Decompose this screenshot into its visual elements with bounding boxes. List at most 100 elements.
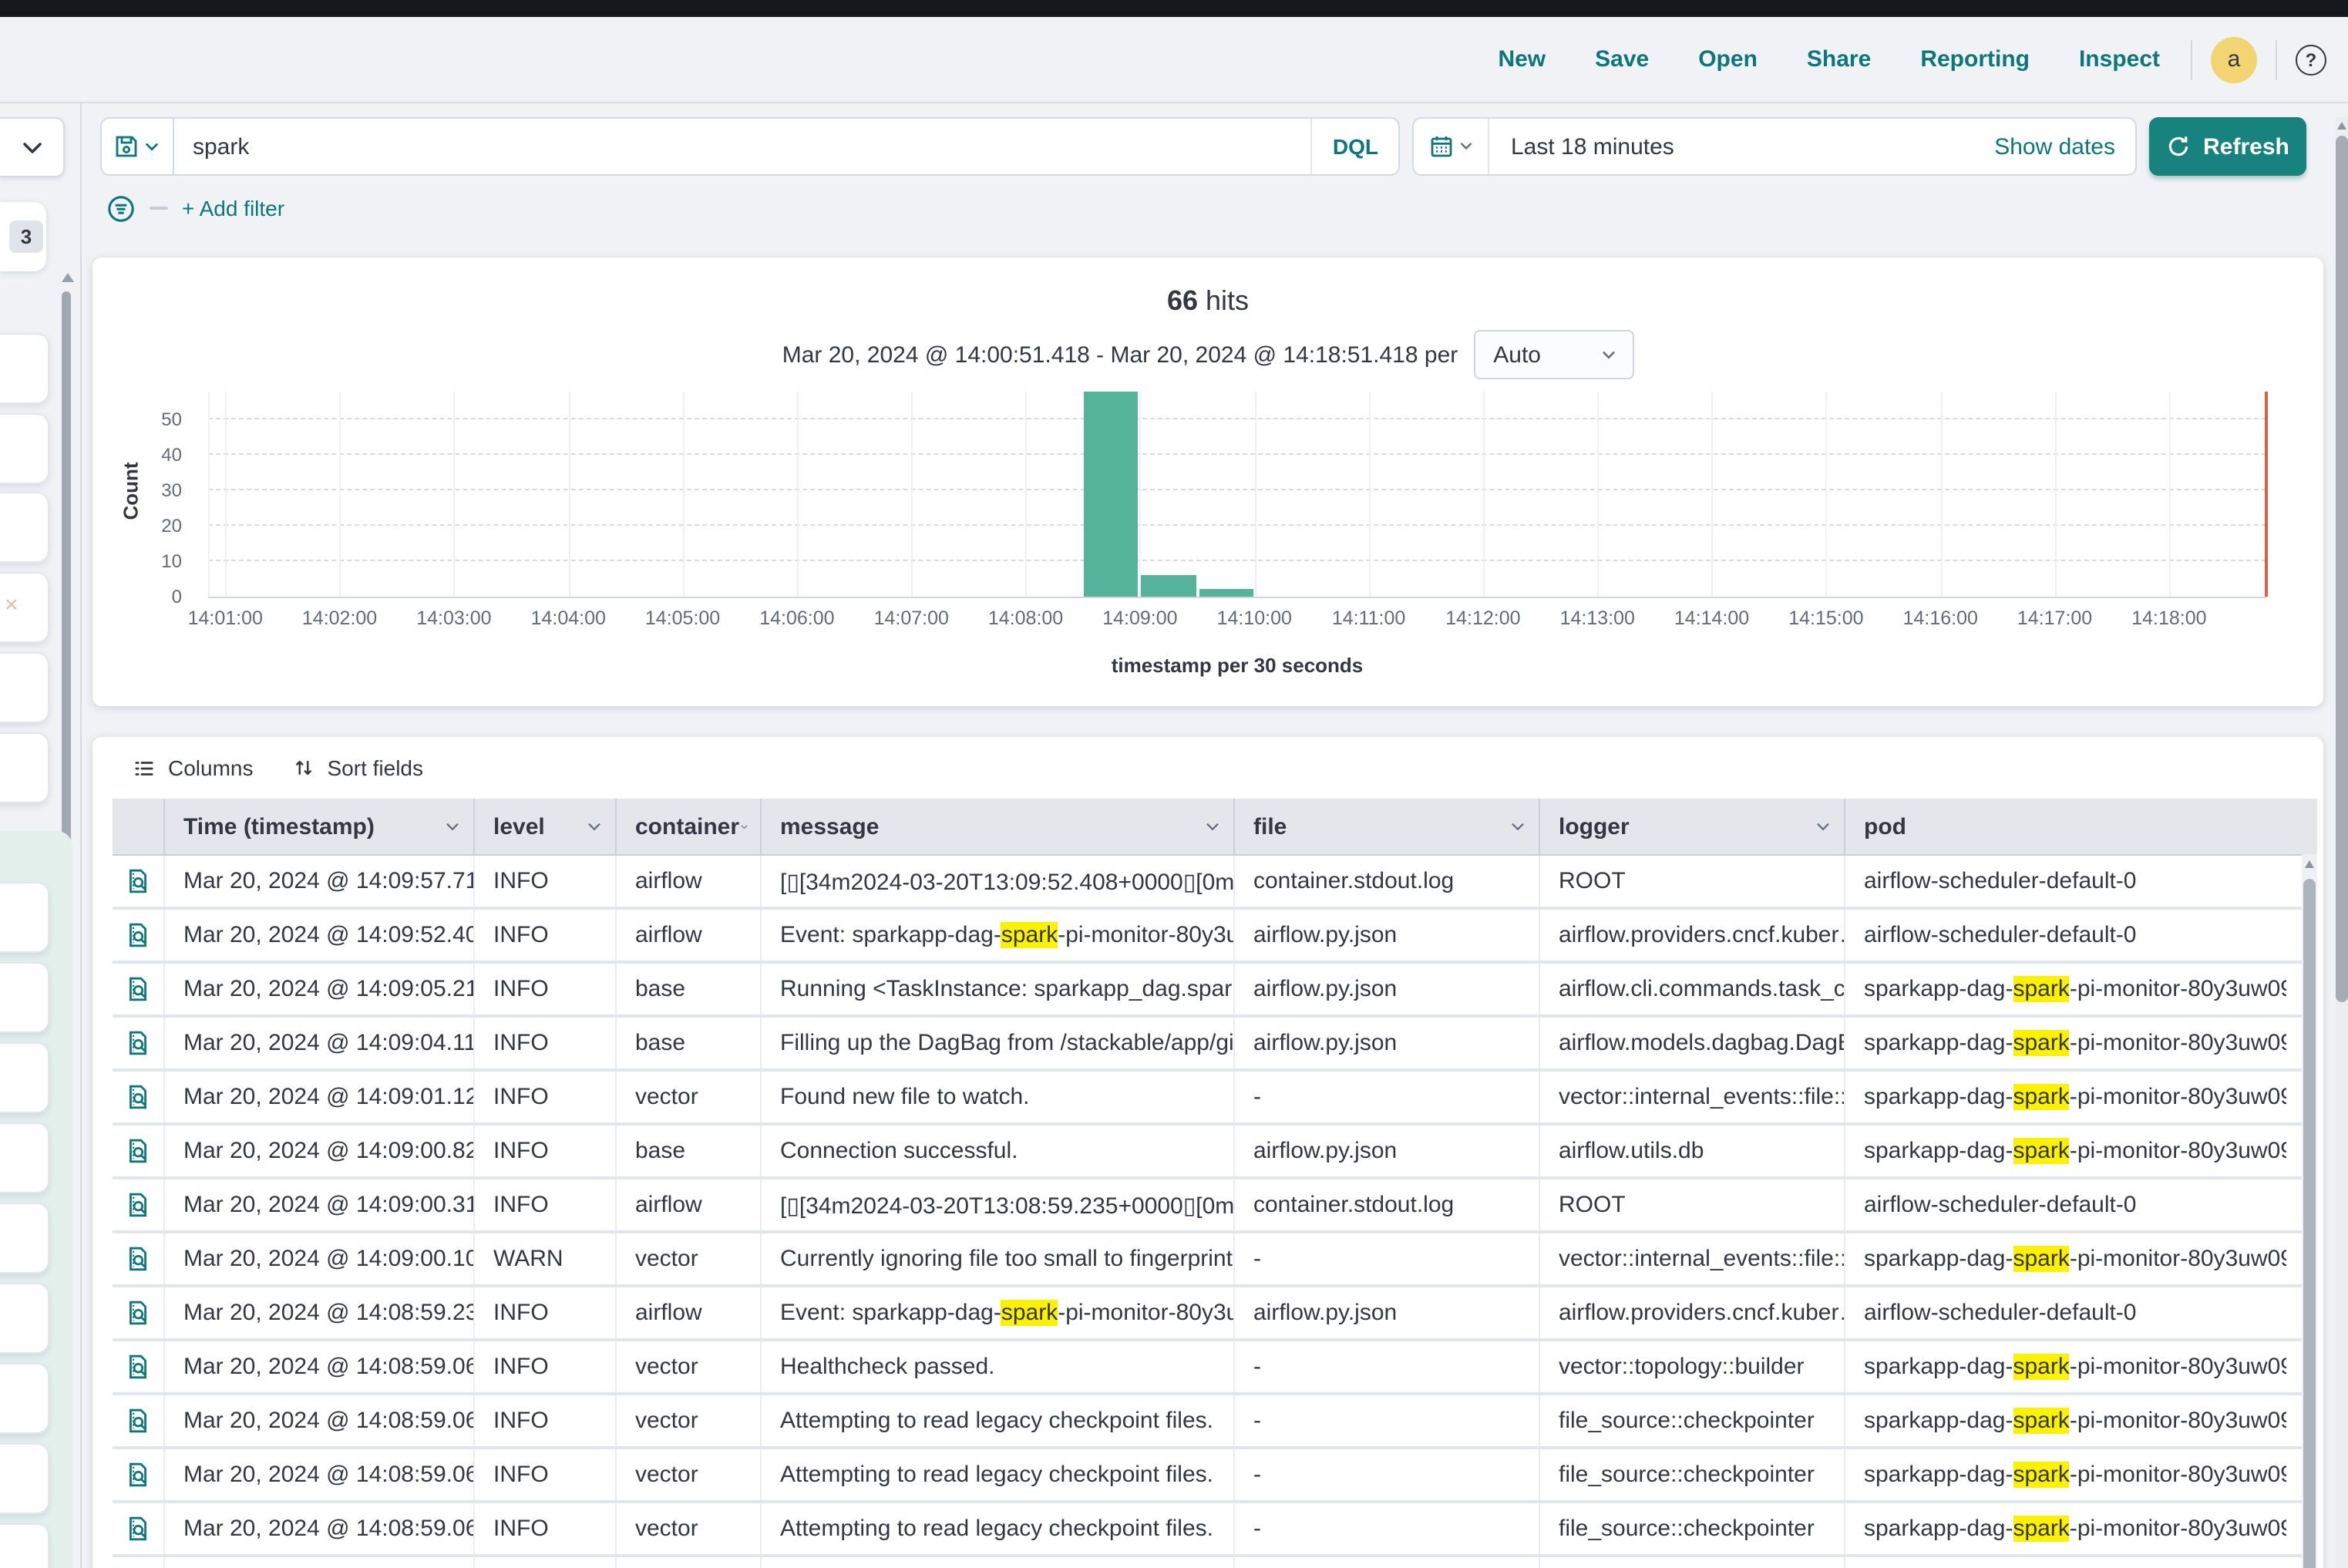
columns-button[interactable]: Columns (133, 755, 254, 780)
gridline (208, 560, 2266, 561)
column-header-container[interactable]: container (617, 799, 762, 854)
chevron-down-icon (19, 135, 44, 160)
inspect-document-icon (125, 1030, 151, 1056)
add-filter-button[interactable]: + Add filter (182, 196, 284, 220)
cell-level: INFO (475, 910, 617, 961)
field-card[interactable] (0, 1203, 49, 1274)
filter-icon[interactable] (106, 193, 136, 223)
cell-logger: file_source::checkpointer (1540, 1503, 1845, 1554)
cell-container: airflow (617, 910, 762, 961)
dql-button[interactable]: DQL (1311, 119, 1398, 174)
cell-level: INFO (475, 856, 617, 907)
scroll-up-icon[interactable] (2337, 122, 2346, 130)
cell-logger: ROOT (1540, 1179, 1845, 1230)
cell-time: Mar 20, 2024 @ 14:09:00.315 (165, 1179, 475, 1230)
field-card[interactable] (0, 652, 49, 723)
page-scrollbar-thumb[interactable] (2336, 136, 2348, 1002)
field-card[interactable] (0, 413, 49, 484)
column-header-file[interactable]: file (1235, 799, 1540, 854)
column-header-label: pod (1864, 813, 1906, 840)
field-card[interactable] (0, 1523, 49, 1568)
cell-level: INFO (475, 1341, 617, 1392)
show-dates-button[interactable]: Show dates (1994, 119, 2135, 174)
remove-field-icon[interactable]: × (5, 594, 19, 617)
field-card[interactable] (0, 1443, 49, 1514)
expand-document-button[interactable] (125, 922, 151, 948)
column-header-level[interactable]: level (475, 799, 617, 854)
expand-document-button[interactable] (125, 1408, 151, 1434)
cell-level: INFO (475, 964, 617, 1014)
table-scrollbar-thumb[interactable] (2303, 879, 2316, 1568)
interval-select[interactable]: Auto (1473, 330, 1633, 379)
column-header-message[interactable]: message (762, 799, 1235, 854)
sidebar-scroll-up-icon[interactable] (62, 273, 74, 282)
expand-document-button[interactable] (125, 1516, 151, 1542)
gridline (454, 392, 456, 597)
expand-document-button[interactable] (125, 1462, 151, 1488)
nav-link-save[interactable]: Save (1595, 46, 1649, 72)
column-header-logger[interactable]: logger (1540, 799, 1845, 854)
nav-link-open[interactable]: Open (1698, 46, 1758, 72)
sort-fields-button[interactable]: Sort fields (294, 755, 424, 780)
expand-document-button[interactable] (125, 1084, 151, 1110)
avatar[interactable]: a (2211, 36, 2257, 82)
field-card[interactable] (0, 333, 49, 404)
table-row: Mar 20, 2024 @ 14:09:52.408INFOairflowEv… (113, 907, 2317, 961)
histogram-bar-14:08:30[interactable] (1085, 392, 1139, 597)
field-card[interactable] (0, 492, 49, 563)
gridline (1026, 392, 1028, 597)
expand-document-button[interactable] (125, 1192, 151, 1218)
field-card[interactable] (0, 962, 49, 1033)
query-toolbar: DQL (100, 117, 2306, 176)
field-card[interactable] (0, 1042, 49, 1113)
table-row: Mar 20, 2024 @ 14:08:59.066INFOvectorAtt… (113, 1392, 2317, 1446)
help-icon[interactable]: ? (2296, 44, 2326, 75)
cell-file: - (1235, 1395, 1540, 1446)
expand-document-button[interactable] (125, 1354, 151, 1380)
field-card[interactable] (0, 882, 49, 953)
time-range-button[interactable]: Last 18 minutes (1489, 119, 1994, 174)
y-axis-ticks: 01020304050 (93, 392, 194, 597)
page-scrollbar (2336, 117, 2348, 1568)
expand-document-button[interactable] (125, 1300, 151, 1326)
expand-document-button[interactable] (125, 1030, 151, 1056)
expand-document-button[interactable] (125, 1246, 151, 1272)
nav-link-inspect[interactable]: Inspect (2079, 46, 2160, 72)
nav-link-share[interactable]: Share (1807, 46, 1871, 72)
expand-document-button[interactable] (125, 1138, 151, 1164)
search-input[interactable] (174, 119, 1311, 174)
table-row: Mar 20, 2024 @ 14:08:59.235INFOairflowEv… (113, 1284, 2317, 1338)
table-row: Mar 20, 2024 @ 14:09:01.125INFOvectorFou… (113, 1068, 2317, 1122)
field-card[interactable] (0, 732, 49, 803)
saved-query-menu-button[interactable] (102, 119, 174, 174)
highlight-term: spark (2013, 1084, 2069, 1110)
field-card[interactable] (0, 1363, 49, 1434)
gridline (1597, 392, 1599, 597)
cell-file: airflow.py.json (1235, 1018, 1540, 1068)
quick-select-menu-button[interactable] (1414, 119, 1489, 174)
highlight-term: spark (2013, 1408, 2069, 1434)
cell-file: container.stdout.log (1235, 1179, 1540, 1230)
refresh-button[interactable]: Refresh (2149, 117, 2306, 176)
os-top-bar (0, 0, 2348, 17)
nav-link-reporting[interactable]: Reporting (1920, 46, 2030, 72)
column-header-pod[interactable]: pod (1845, 799, 2286, 854)
expand-document-button[interactable] (125, 976, 151, 1002)
x-tick-label: 14:06:00 (759, 607, 834, 629)
gridline (208, 454, 2266, 456)
collapse-sidebar-button[interactable] (0, 117, 65, 177)
cell-time: Mar 20, 2024 @ 14:09:00.101 (165, 1233, 475, 1284)
histogram-bar-14:09:30[interactable] (1199, 590, 1253, 597)
scroll-up-icon[interactable] (2305, 860, 2314, 868)
cell-file: - (1235, 1557, 1540, 1568)
highlight-term: spark (2013, 1030, 2069, 1056)
field-card[interactable] (0, 1122, 49, 1193)
histogram-bar-14:09:00[interactable] (1142, 576, 1196, 597)
field-card[interactable]: × (0, 572, 49, 643)
x-tick-label: 14:09:00 (1102, 607, 1177, 629)
cell-pod: sparkapp-dag-spark-pi-monitor-80y3uw09 (1845, 1395, 2286, 1446)
expand-document-button[interactable] (125, 868, 151, 894)
column-header-time-timestamp[interactable]: Time (timestamp) (165, 799, 475, 854)
field-card[interactable] (0, 1283, 49, 1354)
nav-link-new[interactable]: New (1498, 46, 1546, 72)
